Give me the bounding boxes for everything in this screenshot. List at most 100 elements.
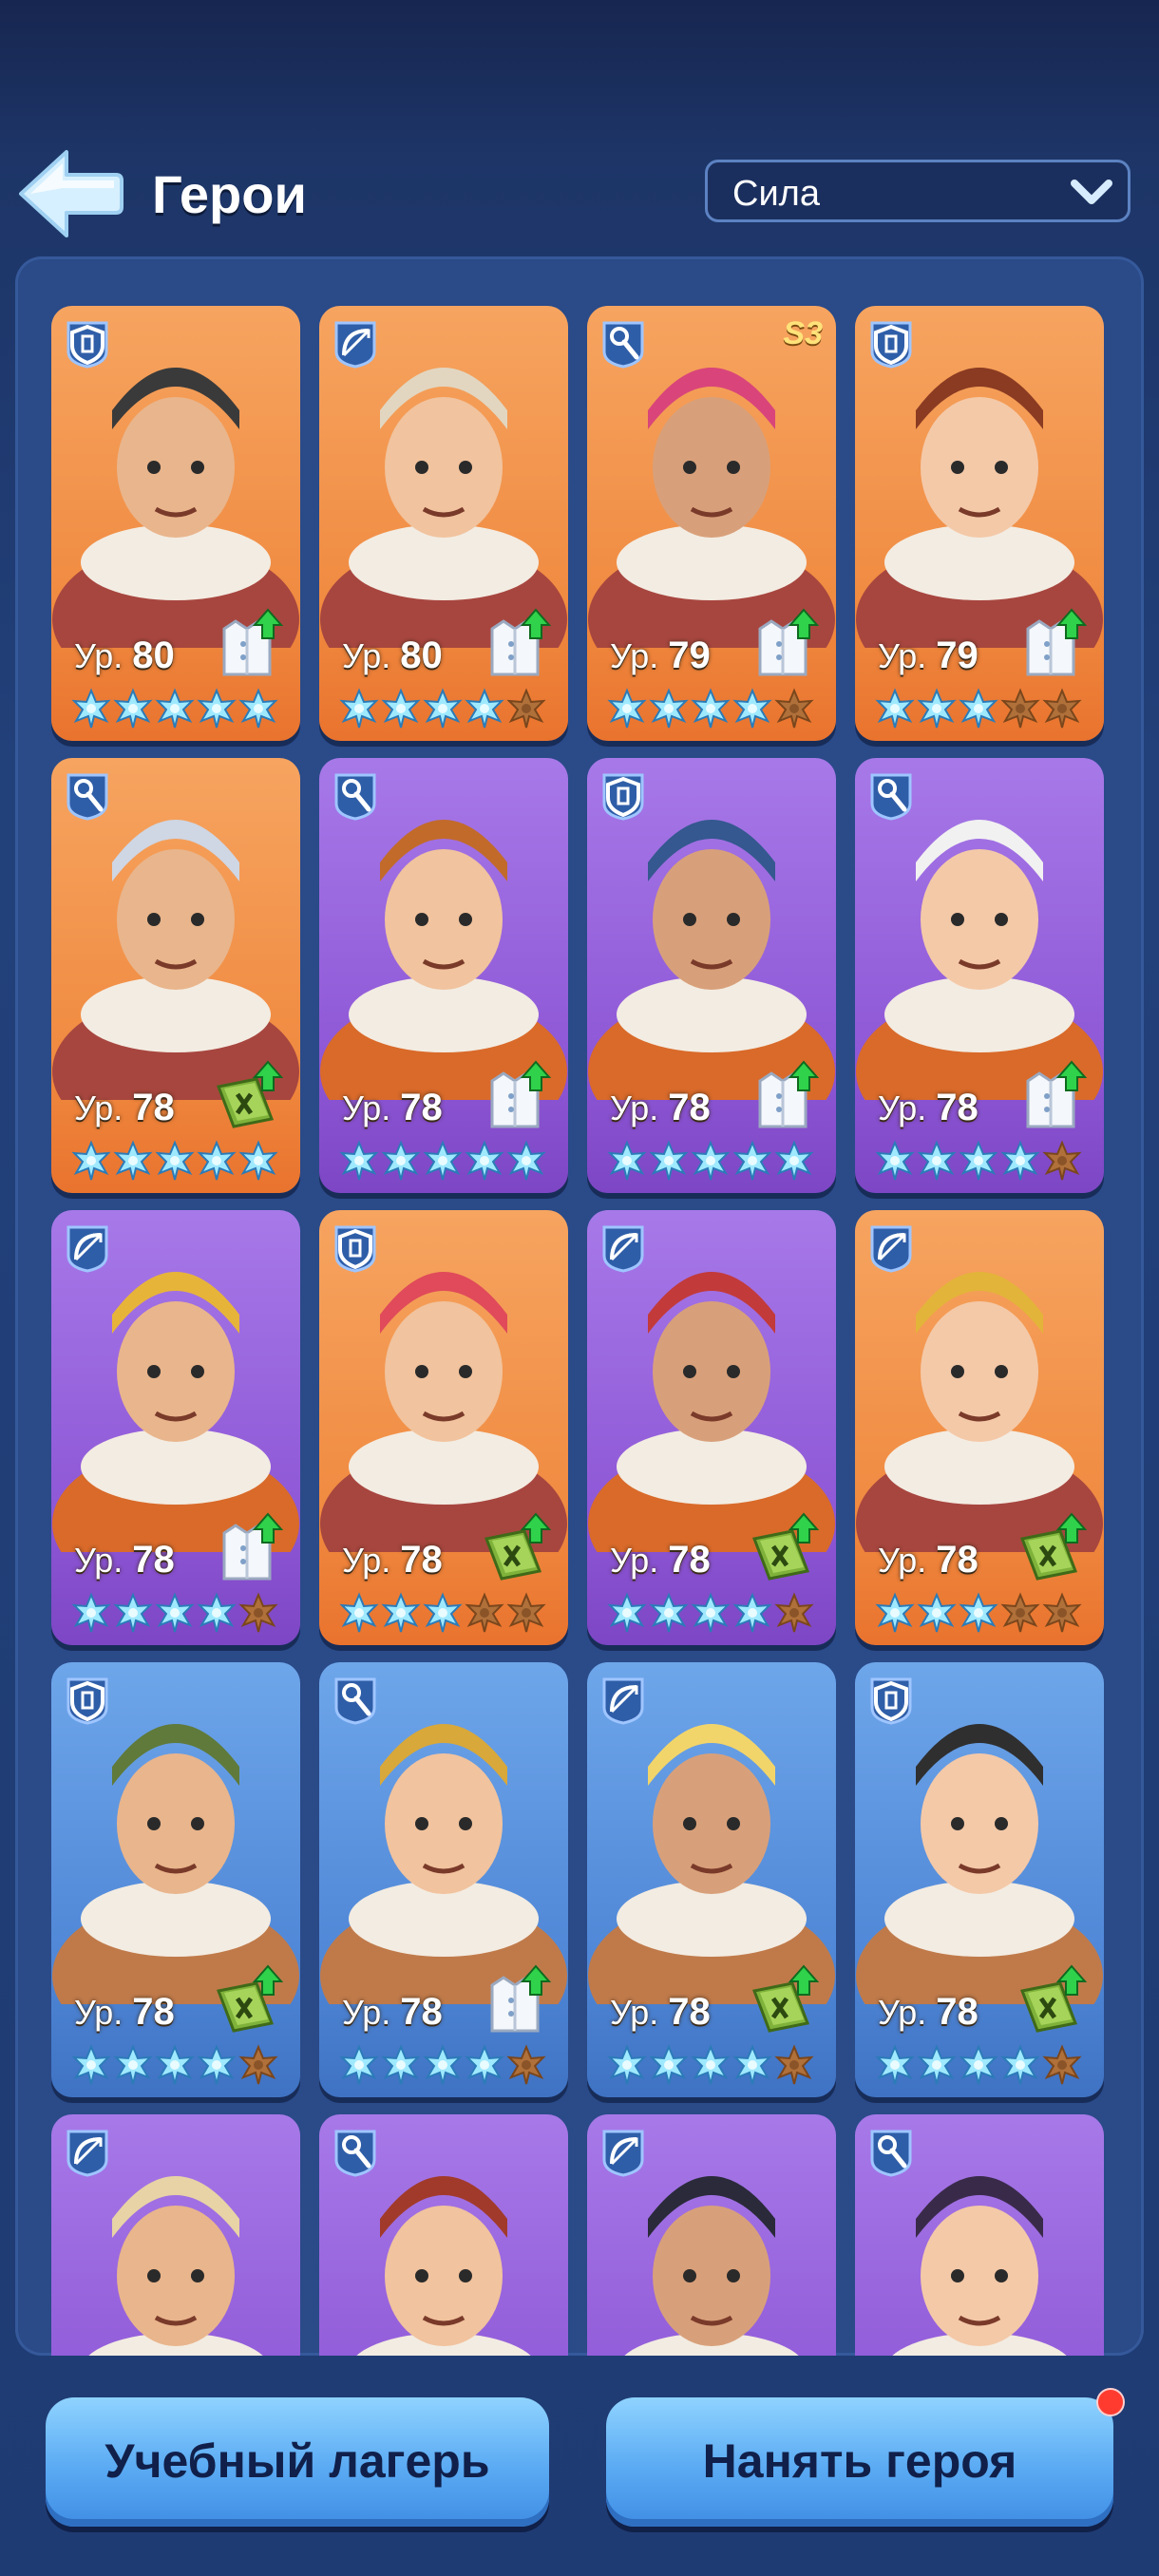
star-rating: [874, 2044, 1092, 2088]
star-icon: [999, 2044, 1041, 2086]
chevron-down-icon: [1071, 180, 1112, 204]
star-icon: [690, 1592, 732, 1634]
star-icon: [690, 2044, 732, 2086]
gear-upgrade-icon[interactable]: [745, 1060, 821, 1132]
level-value: 78: [668, 1539, 711, 1581]
gear-upgrade-icon[interactable]: [209, 608, 285, 680]
hero-level: Ур. 78: [878, 1539, 978, 1582]
level-value: 79: [936, 635, 978, 676]
hero-card[interactable]: Ур. 78: [319, 1662, 568, 2097]
bow-class-icon: [600, 1223, 646, 1273]
star-icon: [196, 1592, 238, 1634]
gear-upgrade-icon[interactable]: [477, 608, 553, 680]
hero-card[interactable]: S3 Ур. 79: [587, 306, 836, 741]
star-icon: [464, 2044, 505, 2086]
hero-level: Ур. 78: [74, 1539, 175, 1582]
gear-upgrade-icon[interactable]: [745, 608, 821, 680]
gear-upgrade-icon[interactable]: [477, 1964, 553, 2036]
star-icon: [874, 2044, 916, 2086]
star-icon: [196, 688, 238, 729]
star-icon: [999, 688, 1041, 729]
shield-class-icon: [868, 319, 914, 369]
hero-level: Ур. 78: [610, 1991, 711, 2034]
hero-card[interactable]: Ур. 80: [319, 306, 568, 741]
gear-upgrade-icon[interactable]: [1013, 608, 1089, 680]
hero-level: Ур. 78: [610, 1087, 711, 1129]
training-camp-button[interactable]: Учебный лагерь: [46, 2397, 549, 2527]
gear-upgrade-icon[interactable]: [209, 1512, 285, 1584]
level-prefix: Ур.: [342, 636, 401, 675]
star-rating: [70, 2044, 289, 2088]
level-prefix: Ур.: [610, 636, 669, 675]
star-rating: [874, 1140, 1092, 1184]
star-icon: [773, 2044, 815, 2086]
level-prefix: Ур.: [342, 1993, 401, 2032]
gear-upgrade-icon[interactable]: [1013, 1060, 1089, 1132]
hero-card[interactable]: Ур. 78: [855, 1662, 1104, 2097]
manual-upgrade-icon[interactable]: [1013, 1512, 1089, 1584]
hero-card[interactable]: Ур. 78: [587, 758, 836, 1193]
star-icon: [380, 1140, 422, 1182]
hero-card[interactable]: Ур. 78: [319, 1210, 568, 1645]
manual-upgrade-icon[interactable]: [209, 1060, 285, 1132]
gear-upgrade-icon[interactable]: [477, 1060, 553, 1132]
hero-card[interactable]: Ур. 78: [587, 1210, 836, 1645]
hero-card[interactable]: Ур. 78: [319, 758, 568, 1193]
hero-card[interactable]: Ур. 78: [855, 758, 1104, 1193]
star-rating: [338, 2044, 557, 2088]
star-icon: [238, 2044, 279, 2086]
hero-card[interactable]: [855, 2114, 1104, 2356]
season-badge: S3: [783, 315, 823, 351]
star-rating: [70, 688, 289, 731]
hero-list-panel[interactable]: Ур. 80 Ур. 80 S3 Ур. 79 Ур. 79 Ур. 78 Ур. 78 Ур…: [15, 256, 1144, 2356]
manual-upgrade-icon[interactable]: [745, 1964, 821, 2036]
star-icon: [154, 2044, 196, 2086]
notification-dot: [1096, 2388, 1125, 2416]
star-rating: [338, 688, 557, 731]
star-icon: [916, 1140, 958, 1182]
level-prefix: Ур.: [878, 1993, 937, 2032]
hero-card[interactable]: Ур. 78: [587, 1662, 836, 2097]
wand-class-icon: [600, 319, 646, 369]
hero-card[interactable]: Ур. 78: [855, 1210, 1104, 1645]
hero-level: Ур. 78: [878, 1991, 978, 2034]
level-value: 78: [400, 1991, 443, 2033]
back-button[interactable]: [13, 146, 124, 241]
hero-card[interactable]: Ур. 80: [51, 306, 300, 741]
manual-upgrade-icon[interactable]: [209, 1964, 285, 2036]
shield-class-icon: [600, 771, 646, 821]
level-prefix: Ур.: [610, 1993, 669, 2032]
manual-upgrade-icon[interactable]: [1013, 1964, 1089, 2036]
hero-card[interactable]: [319, 2114, 568, 2356]
star-icon: [690, 1140, 732, 1182]
sort-dropdown[interactable]: Сила: [705, 160, 1130, 222]
star-icon: [732, 688, 773, 729]
star-icon: [648, 1140, 690, 1182]
star-icon: [112, 1140, 154, 1182]
manual-upgrade-icon[interactable]: [477, 1512, 553, 1584]
shield-class-icon: [332, 1223, 378, 1273]
hero-card[interactable]: [587, 2114, 836, 2356]
hero-level: Ур. 78: [342, 1539, 443, 1582]
star-icon: [773, 688, 815, 729]
level-prefix: Ур.: [74, 1089, 133, 1127]
star-icon: [606, 1592, 648, 1634]
star-icon: [916, 2044, 958, 2086]
hero-level: Ур. 79: [610, 635, 711, 677]
hero-card[interactable]: Ур. 78: [51, 1210, 300, 1645]
level-value: 79: [668, 635, 711, 676]
manual-upgrade-icon[interactable]: [745, 1512, 821, 1584]
hero-card[interactable]: [51, 2114, 300, 2356]
star-icon: [874, 1140, 916, 1182]
hire-hero-button[interactable]: Нанять героя: [606, 2397, 1113, 2527]
hero-card[interactable]: Ур. 78: [51, 758, 300, 1193]
hero-level: Ур. 78: [342, 1991, 443, 2034]
hero-level: Ур. 80: [342, 635, 443, 677]
star-icon: [916, 688, 958, 729]
sort-dropdown-value: Сила: [732, 174, 820, 214]
star-rating: [606, 1140, 825, 1184]
hero-card[interactable]: Ур. 78: [51, 1662, 300, 2097]
level-prefix: Ур.: [74, 1541, 133, 1580]
hero-card[interactable]: Ур. 79: [855, 306, 1104, 741]
back-arrow-icon: [19, 150, 124, 237]
